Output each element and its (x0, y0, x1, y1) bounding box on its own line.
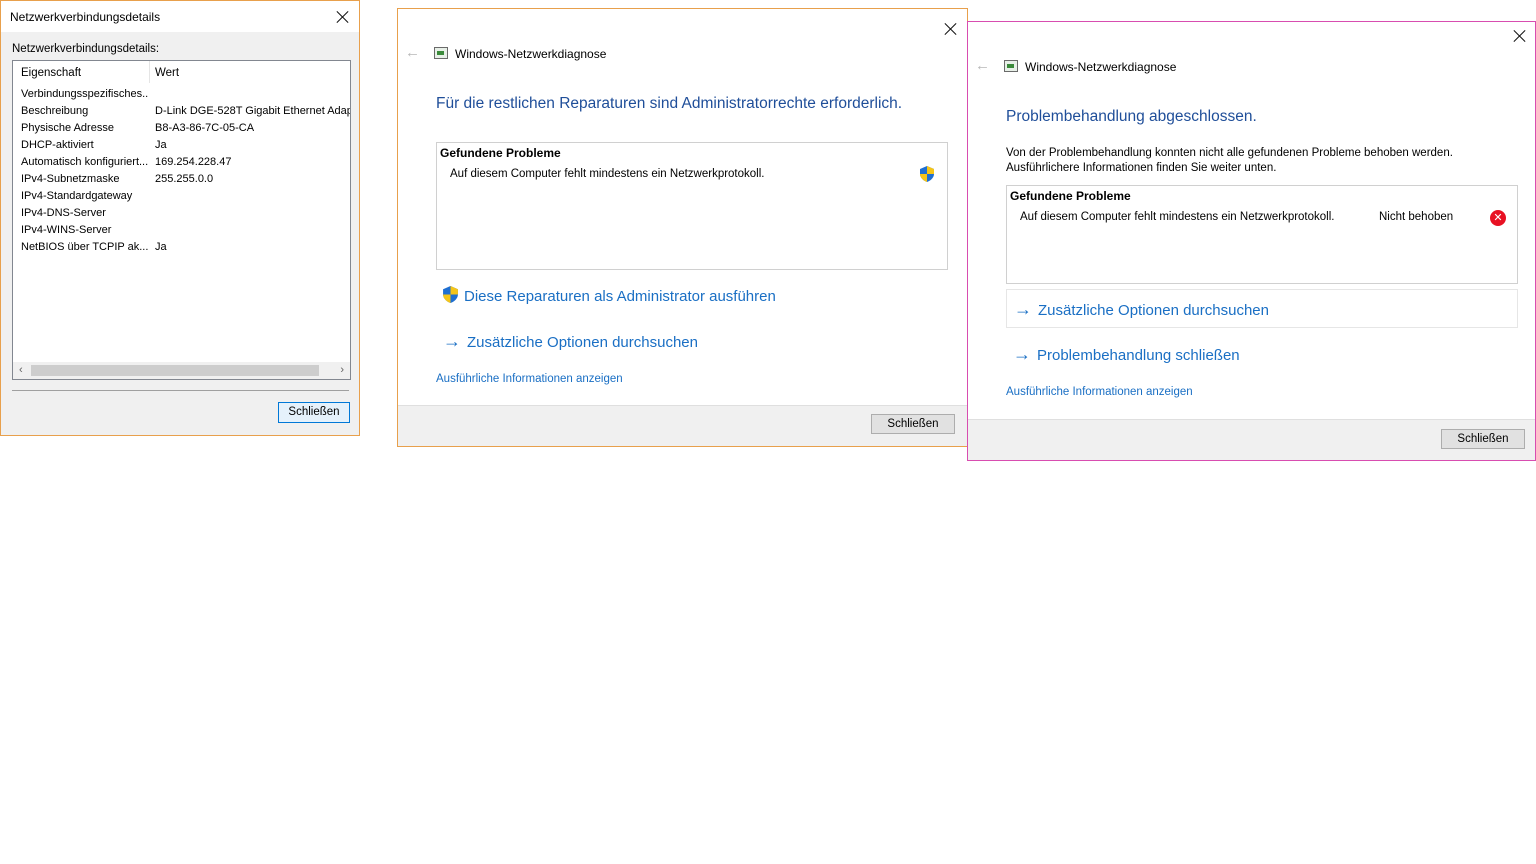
table-row[interactable]: Physische Adresse B8-A3-86-7C-05-CA (13, 120, 350, 137)
details-close-icon[interactable] (336, 10, 350, 24)
details-titlebar: Netzwerkverbindungsdetails (1, 1, 359, 32)
row-property: Beschreibung (21, 105, 89, 117)
admin-app-title: Windows-Netzwerkdiagnose (455, 47, 607, 61)
details-close-button[interactable]: Schließen (278, 402, 350, 423)
footer-divider (12, 390, 349, 391)
problems-box: Gefundene Probleme Auf diesem Computer f… (1006, 185, 1518, 284)
close-troubleshooter-label: Problembehandlung schließen (1037, 347, 1240, 364)
row-property: IPv4-DNS-Server (21, 207, 106, 219)
row-property: Physische Adresse (21, 122, 114, 134)
column-header-value[interactable]: Wert (155, 67, 179, 79)
row-value: D-Link DGE-528T Gigabit Ethernet Adapt (155, 105, 351, 117)
close-troubleshooter-link[interactable]: → Problembehandlung schließen (1013, 344, 1240, 365)
listview-header: Eigenschaft Wert (13, 61, 350, 86)
table-row[interactable]: IPv4-Standardgateway (13, 188, 350, 205)
problems-header: Gefundene Probleme (1010, 189, 1131, 203)
done-close-icon[interactable] (1513, 29, 1527, 43)
row-value: 255.255.0.0 (155, 173, 214, 185)
problem-text: Auf diesem Computer fehlt mindestens ein… (1020, 211, 1335, 223)
details-listview[interactable]: Eigenschaft Wert Verbindungsspezifisches… (12, 60, 351, 380)
done-description: Von der Problembehandlung konnten nicht … (1006, 146, 1453, 176)
row-property: IPv4-Standardgateway (21, 190, 133, 202)
uac-shield-icon (443, 286, 458, 303)
row-property: NetBIOS über TCPIP ak... (21, 241, 149, 253)
table-row[interactable]: Verbindungsspezifisches... (13, 86, 350, 103)
table-row[interactable]: Beschreibung D-Link DGE-528T Gigabit Ethe… (13, 103, 350, 120)
done-footer: Schließen (968, 419, 1535, 460)
row-value: 169.254.228.47 (155, 156, 232, 168)
description-line-1: Von der Problembehandlung konnten nicht … (1006, 147, 1453, 159)
scrollbar-thumb[interactable] (31, 365, 319, 376)
show-details-link[interactable]: Ausführliche Informationen anzeigen (436, 373, 623, 385)
arrow-right-icon: → (1013, 344, 1031, 364)
additional-options-link[interactable]: → Zusätzliche Optionen durchsuchen (1014, 299, 1269, 320)
admin-close-button[interactable]: Schließen (871, 414, 955, 434)
scroll-right-icon[interactable]: › (340, 364, 344, 376)
scroll-left-icon[interactable]: ‹ (19, 364, 23, 376)
arrow-right-icon: → (1014, 299, 1032, 319)
run-as-admin-label: Diese Reparaturen als Administrator ausf… (464, 288, 776, 305)
network-details-window: Netzwerkverbindungsdetails Netzwerkverbi… (0, 0, 360, 436)
table-row[interactable]: NetBIOS über TCPIP ak... Ja (13, 239, 350, 256)
row-property: DHCP-aktiviert (21, 139, 94, 151)
problems-box: Gefundene Probleme Auf diesem Computer f… (436, 142, 948, 270)
row-value: Ja (155, 139, 167, 151)
row-property: Automatisch konfiguriert... (21, 156, 149, 168)
additional-options-link[interactable]: → Zusätzliche Optionen durchsuchen (443, 331, 698, 352)
row-value: Ja (155, 241, 167, 253)
row-property: IPv4-Subnetzmaske (21, 173, 120, 185)
error-icon: ✕ (1490, 210, 1506, 226)
status-badge: Nicht behoben (1379, 211, 1454, 223)
network-diagnose-icon (434, 47, 448, 59)
diagnose-done-window: ← Windows-Netzwerkdiagnose Problembehand… (967, 21, 1536, 461)
table-row[interactable]: IPv4-WINS-Server (13, 222, 350, 239)
done-app-title: Windows-Netzwerkdiagnose (1025, 60, 1177, 74)
arrow-right-icon: → (443, 331, 461, 351)
table-row[interactable]: IPv4-Subnetzmaske 255.255.0.0 (13, 171, 350, 188)
column-header-property[interactable]: Eigenschaft (21, 67, 81, 79)
additional-options-label: Zusätzliche Optionen durchsuchen (467, 334, 698, 351)
admin-footer: Schließen (398, 405, 967, 446)
additional-options-row[interactable]: → Zusätzliche Optionen durchsuchen (1006, 289, 1518, 328)
table-row[interactable]: Automatisch konfiguriert... 169.254.228.4… (13, 154, 350, 171)
run-as-admin-link[interactable]: Diese Reparaturen als Administrator ausf… (443, 286, 776, 305)
admin-heading: Für die restlichen Reparaturen sind Admi… (436, 95, 903, 112)
table-row[interactable]: IPv4-DNS-Server (13, 205, 350, 222)
admin-close-icon[interactable] (944, 22, 958, 36)
details-section-label: Netzwerkverbindungsdetails: (12, 43, 160, 55)
row-property: Verbindungsspezifisches... (21, 88, 149, 100)
row-value: B8-A3-86-7C-05-CA (155, 122, 255, 134)
details-window-title: Netzwerkverbindungsdetails (10, 10, 161, 24)
diagnose-admin-window: ← Windows-Netzwerkdiagnose Für die restl… (397, 8, 968, 447)
done-close-button[interactable]: Schließen (1441, 429, 1525, 449)
row-property: IPv4-WINS-Server (21, 224, 112, 236)
show-details-link[interactable]: Ausführliche Informationen anzeigen (1006, 386, 1193, 398)
description-line-2: Ausführlichere Informationen finden Sie … (1006, 162, 1277, 174)
problems-header: Gefundene Probleme (440, 146, 561, 160)
problem-text: Auf diesem Computer fehlt mindestens ein… (450, 168, 765, 180)
table-row[interactable]: DHCP-aktiviert Ja (13, 137, 350, 154)
listview-rows: Verbindungsspezifisches... Beschreibung D… (13, 86, 350, 256)
back-arrow-icon[interactable]: ← (975, 57, 990, 74)
network-diagnose-icon (1004, 60, 1018, 72)
horizontal-scrollbar[interactable]: ‹ › (13, 362, 350, 379)
uac-shield-icon (920, 166, 934, 182)
done-heading: Problembehandlung abgeschlossen. (1006, 108, 1257, 125)
back-arrow-icon[interactable]: ← (405, 44, 420, 61)
additional-options-label: Zusätzliche Optionen durchsuchen (1038, 302, 1269, 319)
column-separator[interactable] (149, 61, 150, 83)
